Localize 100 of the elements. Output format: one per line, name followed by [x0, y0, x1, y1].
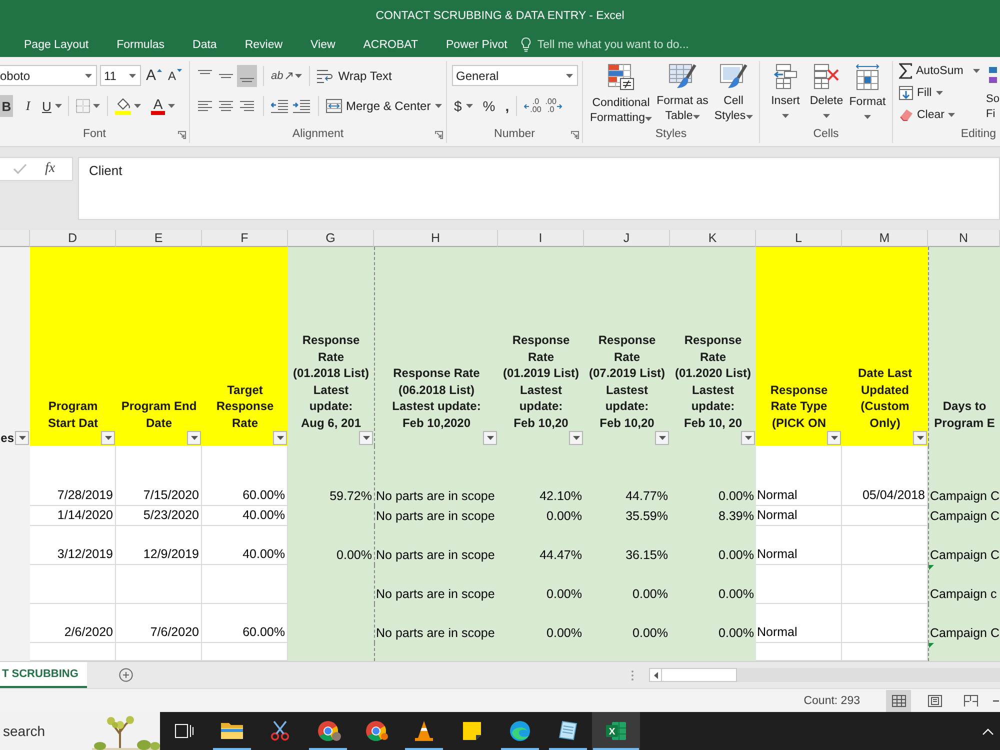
filter-button[interactable]: [655, 431, 669, 445]
ribbon-tab[interactable]: Power Pivot: [432, 32, 522, 57]
delete-cells-button[interactable]: Delete: [806, 61, 847, 118]
dialog-launcher-button[interactable]: [435, 131, 443, 139]
table-cell: 0.00%: [584, 604, 670, 643]
table-cell: 0.00%: [670, 604, 756, 643]
scroll-left-button[interactable]: [649, 668, 662, 682]
column-header[interactable]: I: [498, 230, 584, 247]
autosum-button[interactable]: AutoSum: [899, 61, 980, 80]
filter-button[interactable]: [569, 431, 583, 445]
ribbon-tab[interactable]: Formulas: [102, 32, 179, 57]
search-field[interactable]: search: [0, 712, 92, 750]
fill-button[interactable]: Fill: [899, 83, 980, 102]
percent-button[interactable]: %: [480, 95, 498, 117]
taskbar-button[interactable]: X: [592, 712, 640, 750]
filter-button[interactable]: [187, 431, 201, 445]
format-as-table-button[interactable]: Format as Table: [655, 61, 710, 124]
vertical-align-button[interactable]: [237, 64, 257, 86]
sheet-tab[interactable]: T SCRUBBING: [0, 662, 87, 688]
merge-center-button[interactable]: Merge & Center: [324, 95, 444, 117]
increase-decimal-button[interactable]: .0 .00: [522, 95, 544, 117]
ribbon-tab[interactable]: View: [296, 32, 350, 57]
column-header[interactable]: F: [202, 230, 288, 247]
wrap-text-button[interactable]: Wrap Text: [315, 64, 394, 86]
filter-button[interactable]: [827, 431, 841, 445]
table-cell: 0.00%: [670, 526, 756, 565]
dialog-launcher-button[interactable]: [178, 131, 186, 139]
dialog-launcher-icon: [571, 131, 579, 139]
shrink-font-button[interactable]: A: [166, 64, 184, 86]
filter-button[interactable]: [741, 431, 755, 445]
column-header[interactable]: N: [928, 230, 1000, 247]
table-cell: Normal: [756, 526, 842, 565]
underline-button[interactable]: U: [41, 95, 64, 117]
column-header[interactable]: J: [584, 230, 670, 247]
table-cell: 3/12/2019: [30, 526, 116, 565]
font-size-field[interactable]: 11: [100, 65, 141, 86]
sticky-note-icon: [463, 722, 481, 740]
filter-button[interactable]: [359, 431, 373, 445]
conditional-formatting-button[interactable]: Conditional Formatting: [587, 61, 655, 126]
notepad-icon: [559, 721, 577, 741]
column-header[interactable]: E: [116, 230, 202, 247]
normal-view-button[interactable]: [886, 690, 911, 712]
arrow-left-icon: [524, 104, 530, 108]
group-label: Styles: [655, 128, 687, 140]
header-label: Response Rate (01.2020 List) Lastest update: Feb 10, 20: [674, 332, 752, 431]
table-cell: 59.72%: [288, 446, 374, 506]
bold-button[interactable]: B: [0, 95, 13, 117]
currency-button[interactable]: $: [452, 95, 475, 117]
orientation-button[interactable]: ab: [269, 64, 304, 86]
header-label: es: [0, 430, 15, 446]
italic-button[interactable]: I: [21, 95, 35, 117]
grow-font-button[interactable]: A: [144, 64, 164, 86]
header-label: Target Response Rate: [215, 382, 275, 431]
caret-icon: [168, 104, 175, 108]
insert-function-button[interactable]: fx: [45, 161, 56, 177]
number-format-field[interactable]: General: [452, 65, 578, 86]
comma-style-button[interactable]: ,: [503, 95, 512, 117]
lightbulb-icon: [521, 37, 532, 52]
group-label: Alignment: [292, 128, 344, 140]
column-header[interactable]: G: [288, 230, 374, 247]
caret-icon: [744, 436, 752, 440]
column-header[interactable]: H: [374, 230, 498, 247]
font-color-button[interactable]: A: [149, 95, 177, 117]
column-header[interactable]: M: [842, 230, 928, 247]
caret-icon: [362, 436, 370, 440]
column-header[interactable]: K: [670, 230, 756, 247]
column-header[interactable]: D: [30, 230, 116, 247]
tell-me-field[interactable]: Tell me what you want to do...: [537, 38, 712, 50]
filter-button[interactable]: [101, 431, 115, 445]
caret-icon: [93, 104, 100, 108]
minus-icon[interactable]: [993, 700, 999, 702]
cell-styles-button[interactable]: Cell Styles: [710, 61, 757, 124]
ribbon-tab[interactable]: Review: [230, 32, 297, 57]
new-sheet-button[interactable]: [119, 668, 133, 682]
column-header[interactable]: L: [756, 230, 842, 247]
caret-icon: [295, 74, 302, 78]
decrease-decimal-button[interactable]: .00 .0: [543, 95, 564, 117]
grid-resize-icon: [856, 64, 879, 90]
scrollbar-thumb[interactable]: [662, 668, 737, 682]
check-icon: [13, 163, 27, 175]
ribbon-tab[interactable]: Data: [178, 32, 231, 57]
filter-button[interactable]: [273, 431, 287, 445]
filter-button[interactable]: [15, 431, 29, 445]
traffic-cone-icon: [415, 721, 433, 741]
font-name-field[interactable]: oboto: [0, 65, 97, 86]
merge-cells-icon: [326, 99, 342, 113]
scrollbar-track[interactable]: [649, 668, 1000, 682]
dialog-launcher-button[interactable]: [571, 131, 579, 139]
clear-button[interactable]: Clear: [899, 105, 980, 124]
formula-input[interactable]: Client: [78, 157, 1000, 220]
sort-filter-button[interactable]: So Fi: [986, 61, 1000, 124]
ribbon-tab[interactable]: ACROBAT: [349, 32, 432, 57]
filter-button[interactable]: [913, 431, 927, 445]
table-cell: No parts are in scope: [374, 526, 498, 565]
table-cell: 12/9/2019: [116, 526, 202, 565]
insert-cells-button[interactable]: Insert: [765, 61, 806, 118]
filter-button[interactable]: [483, 431, 497, 445]
ribbon-tab[interactable]: Page Layout: [10, 32, 103, 57]
format-cells-button[interactable]: Format: [847, 61, 888, 119]
chevron-up-icon[interactable]: [982, 728, 994, 734]
